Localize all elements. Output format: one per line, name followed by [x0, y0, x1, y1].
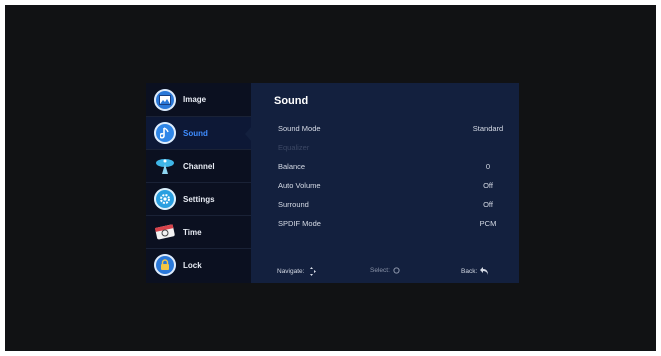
back-hint: Back: — [461, 267, 489, 275]
setting-label: SPDIF Mode — [278, 218, 321, 228]
setting-row-balance[interactable]: Balance 0 — [278, 158, 518, 174]
return-arrow-icon — [480, 267, 489, 275]
settings-menu: Image Sound Channel Settings Time Lock S… — [146, 83, 519, 283]
back-label: Back: — [461, 267, 478, 275]
setting-label: Balance — [278, 161, 306, 171]
clock-icon — [154, 221, 176, 243]
dpad-icon — [310, 267, 317, 276]
setting-label: Auto Volume — [278, 180, 321, 190]
setting-row-equalizer: Equalizer — [278, 139, 518, 155]
navigate-label: Navigate: — [277, 268, 305, 275]
ok-icon — [393, 267, 400, 274]
sidebar-item-channel[interactable]: Channel — [146, 149, 251, 182]
setting-label: Sound Mode — [278, 123, 321, 133]
setting-row-auto-volume[interactable]: Auto Volume Off — [278, 177, 518, 193]
setting-row-sound-mode[interactable]: Sound Mode Standard — [278, 120, 518, 136]
setting-row-surround[interactable]: Surround Off — [278, 196, 518, 212]
image-icon — [154, 88, 176, 111]
setting-value: Standard — [472, 123, 504, 133]
setting-label: Equalizer — [278, 142, 310, 152]
sidebar-item-lock[interactable]: Lock — [146, 248, 251, 281]
select-hint: Select: — [370, 267, 400, 274]
select-label: Select: — [370, 267, 390, 274]
sidebar-item-label: Sound — [183, 128, 208, 138]
sidebar-item-time[interactable]: Time — [146, 215, 251, 248]
sound-panel: Sound Sound Mode Standard Equalizer Bala… — [251, 83, 519, 283]
setting-value: 0 — [485, 161, 491, 171]
gear-icon — [154, 188, 176, 210]
sidebar-item-label: Time — [183, 227, 202, 237]
sidebar-item-label: Image — [183, 95, 207, 104]
key-hints: Navigate: Select: Back: — [251, 267, 519, 279]
music-note-icon — [154, 122, 176, 144]
setting-label: Surround — [278, 199, 309, 209]
sidebar: Image Sound Channel Settings Time Lock — [146, 83, 252, 283]
tv-screen: Image Sound Channel Settings Time Lock S… — [5, 5, 656, 351]
setting-row-spdif-mode[interactable]: SPDIF Mode PCM — [278, 215, 518, 231]
sidebar-item-sound[interactable]: Sound — [146, 116, 252, 149]
navigate-hint: Navigate: — [277, 267, 317, 276]
setting-value: PCM — [479, 218, 497, 228]
sidebar-item-image[interactable]: Image — [146, 83, 251, 116]
page-title: Sound — [274, 95, 309, 107]
satellite-dish-icon — [154, 155, 176, 177]
sidebar-item-settings[interactable]: Settings — [146, 182, 251, 215]
setting-value: Off — [483, 199, 493, 209]
sidebar-item-label: Settings — [183, 194, 215, 204]
sidebar-item-label: Lock — [183, 260, 202, 270]
sidebar-item-label: Channel — [183, 161, 215, 171]
padlock-icon — [154, 254, 176, 276]
setting-value: Off — [483, 180, 493, 190]
